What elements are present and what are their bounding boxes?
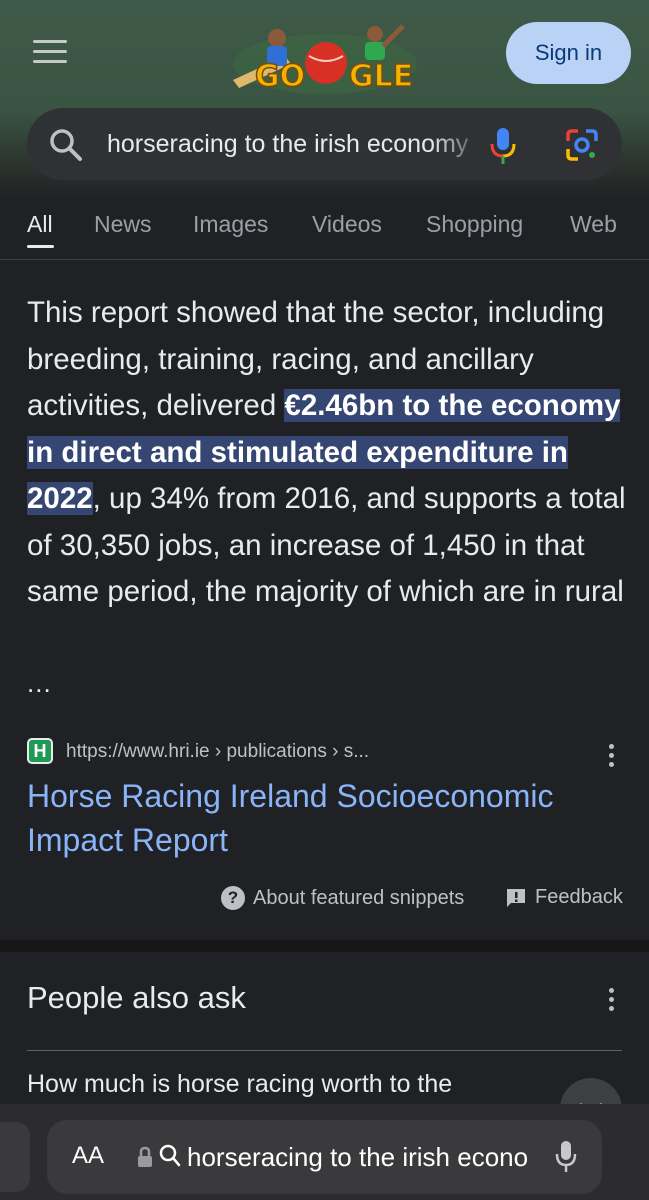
help-circle-icon: ?: [221, 886, 245, 910]
url-field[interactable]: AA horseracing to the irish economy: [47, 1120, 602, 1194]
search-icon: [50, 129, 82, 161]
about-featured-snippets-link[interactable]: ? About featured snippets: [221, 886, 464, 910]
result-url-breadcrumb[interactable]: https://www.hri.ie › publications › s...: [66, 741, 369, 763]
tab-web[interactable]: Web: [570, 211, 617, 238]
tab-news[interactable]: News: [94, 211, 152, 238]
snippet-text-after: , up 34% from 2016, and supports a total…: [27, 482, 626, 608]
previous-tab-preview[interactable]: [0, 1122, 30, 1192]
google-doodle-logo[interactable]: GO GLE: [225, 16, 425, 98]
search-input[interactable]: horseracing to the irish economy: [107, 130, 487, 160]
feedback-label: Feedback: [535, 886, 623, 908]
sign-in-button[interactable]: Sign in: [506, 22, 631, 84]
section-divider: [0, 940, 649, 952]
result-title-link[interactable]: Horse Racing Ireland Socioeconomic Impac…: [27, 774, 617, 862]
magnifier-icon: [159, 1144, 181, 1167]
header: GO GLE Sign in horseracing to the irish …: [0, 0, 649, 200]
tab-videos[interactable]: Videos: [312, 211, 382, 238]
microphone-icon[interactable]: [555, 1140, 577, 1174]
google-lens-camera-icon[interactable]: [564, 127, 600, 163]
paa-divider: [27, 1050, 622, 1051]
about-snippets-label: About featured snippets: [253, 886, 465, 909]
search-tabs: All News Images Videos Shopping Web: [0, 205, 649, 260]
tab-all[interactable]: All: [27, 211, 53, 238]
svg-text:GLE: GLE: [349, 59, 413, 94]
tab-shopping[interactable]: Shopping: [426, 211, 523, 238]
svg-text:GO: GO: [255, 59, 305, 94]
feedback-link[interactable]: Feedback: [505, 886, 623, 909]
snippet-ellipsis: ...: [27, 668, 52, 698]
browser-address-bar: AA horseracing to the irish economy: [0, 1104, 649, 1200]
reader-text-size-button[interactable]: AA: [72, 1142, 104, 1170]
lock-icon: [138, 1146, 152, 1167]
active-tab-indicator: [27, 245, 54, 248]
feedback-icon: [507, 888, 525, 907]
tab-images[interactable]: Images: [193, 211, 268, 238]
paa-question[interactable]: How much is horse racing worth to the: [27, 1070, 452, 1099]
hamburger-menu-icon[interactable]: [33, 40, 67, 64]
search-bar[interactable]: horseracing to the irish economy: [27, 108, 622, 180]
featured-snippet-text: This report showed that the sector, incl…: [27, 290, 627, 616]
browser-url-text[interactable]: horseracing to the irish economy: [187, 1142, 529, 1172]
voice-search-mic-icon[interactable]: [488, 126, 518, 166]
paa-more-options-icon[interactable]: [609, 988, 615, 1014]
result-more-options-icon[interactable]: [609, 744, 615, 770]
people-also-ask-title: People also ask: [27, 980, 246, 1015]
site-favicon: H: [27, 738, 53, 764]
